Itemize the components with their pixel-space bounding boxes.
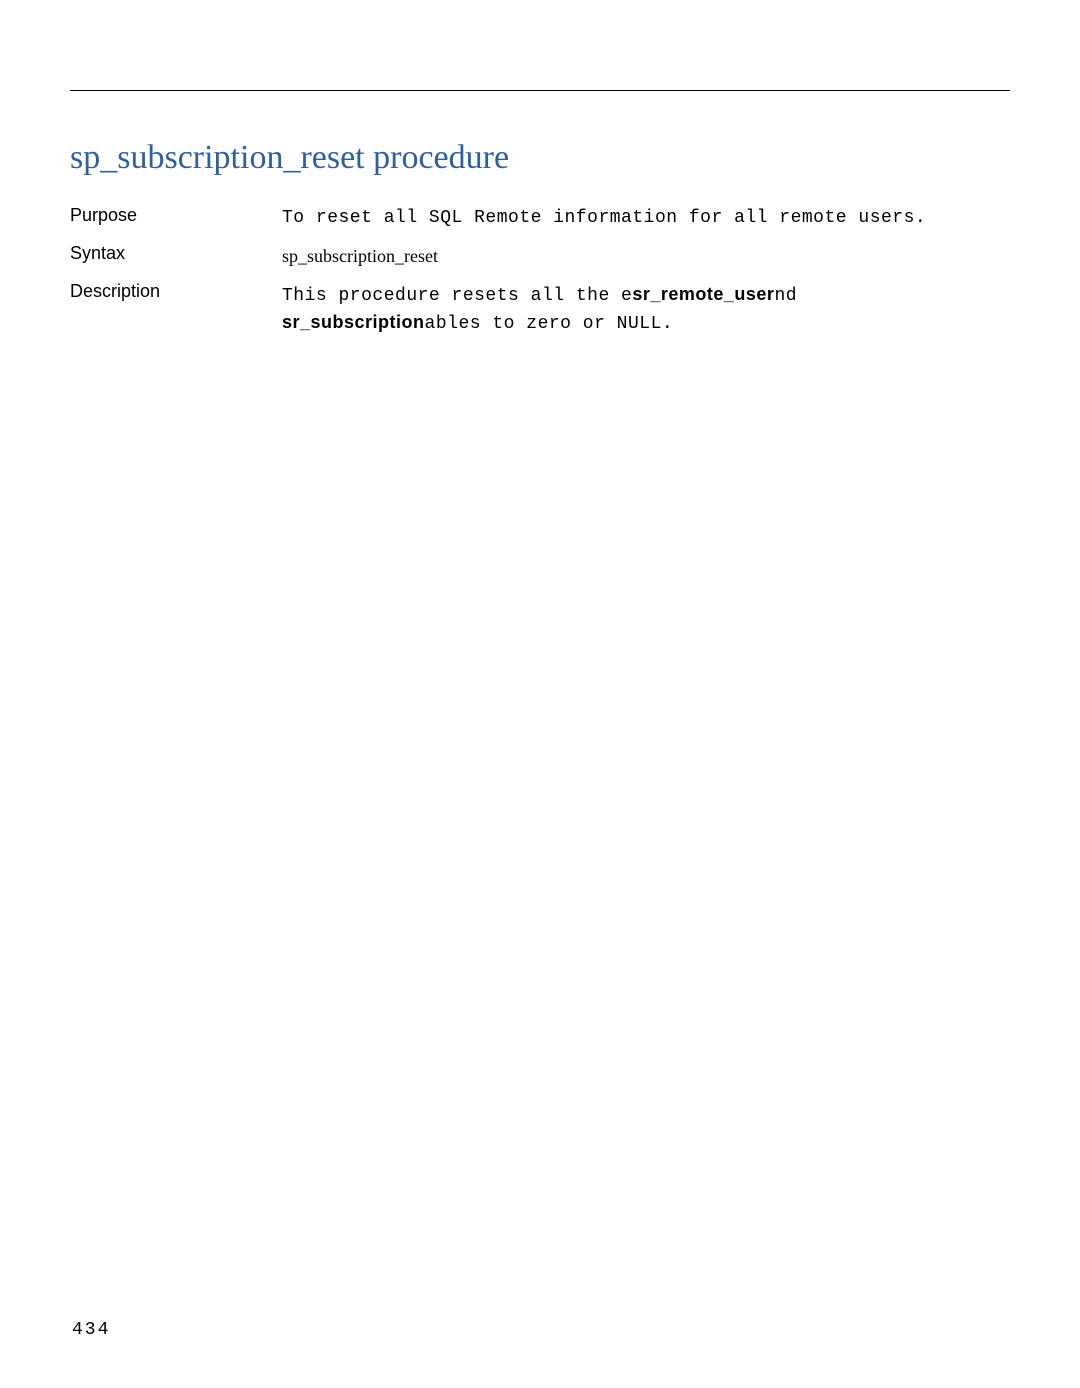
- page-number: 434: [72, 1320, 110, 1340]
- row-syntax: Syntax sp_subscription_reset: [70, 243, 1010, 269]
- value-description: This procedure resets all the esr_remote…: [282, 281, 1010, 337]
- desc-part3: ables to zero or NULL.: [425, 314, 674, 334]
- row-purpose: Purpose To reset all SQL Remote informat…: [70, 205, 1010, 231]
- section-heading: sp_subscription_reset procedure: [70, 139, 1010, 177]
- label-syntax: Syntax: [70, 243, 282, 269]
- document-page: sp_subscription_reset procedure Purpose …: [0, 0, 1080, 337]
- label-description: Description: [70, 281, 282, 337]
- desc-bold2: sr_subscription: [282, 312, 425, 332]
- horizontal-rule: [70, 90, 1010, 91]
- desc-bold1: sr_remote_user: [632, 284, 774, 304]
- label-purpose: Purpose: [70, 205, 282, 231]
- value-syntax: sp_subscription_reset: [282, 243, 1010, 269]
- row-description: Description This procedure resets all th…: [70, 281, 1010, 337]
- desc-part2: nd: [774, 286, 797, 306]
- desc-part1: This procedure resets all the e: [282, 286, 632, 306]
- value-purpose: To reset all SQL Remote information for …: [282, 205, 1010, 231]
